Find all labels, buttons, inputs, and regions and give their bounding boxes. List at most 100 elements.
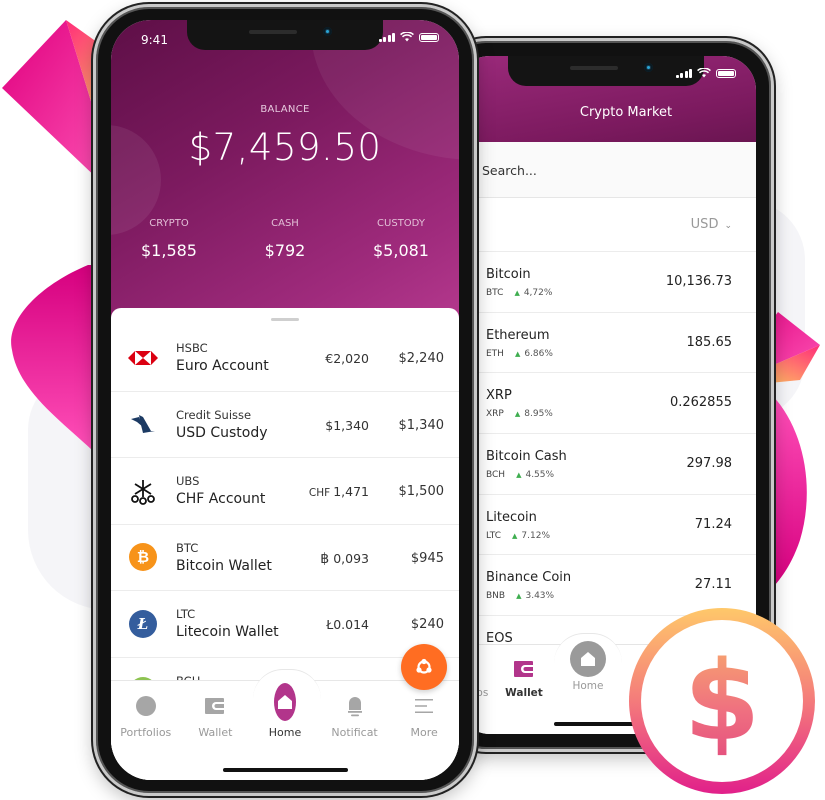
account-row[interactable]: Credit Suisse USD Custody $1,340 $1,340 bbox=[111, 392, 459, 458]
search-input[interactable]: Search... bbox=[456, 142, 756, 198]
currency-value: USD bbox=[690, 217, 719, 232]
coin-row[interactable]: Litecoin LTC ▲ 7.12% 71.24 bbox=[456, 495, 756, 556]
account-row[interactable]: HSBC Euro Account €2,020 $2,240 bbox=[111, 325, 459, 392]
tab-label: More bbox=[410, 726, 438, 739]
account-native-balance: CHF 1,471 bbox=[309, 484, 369, 499]
exchange-icon bbox=[416, 658, 432, 674]
arrow-up-icon: ▲ bbox=[512, 531, 518, 540]
coin-row[interactable]: Bitcoin Cash BCH ▲ 4.55% 297.98 bbox=[456, 434, 756, 495]
account-native-balance: ฿ 0,093 bbox=[320, 551, 369, 567]
cash-total[interactable]: CASH $792 bbox=[227, 218, 343, 260]
home-indicator bbox=[223, 768, 348, 772]
balance-label: BALANCE bbox=[260, 104, 310, 115]
tab-label: Portfolios bbox=[120, 726, 172, 739]
wifi-icon bbox=[697, 68, 711, 78]
tab-label: Notificat bbox=[331, 726, 378, 739]
account-native-balance: €2,020 bbox=[325, 351, 369, 366]
tab-label: Home bbox=[268, 726, 302, 739]
sum-value: $5,081 bbox=[373, 241, 429, 260]
tab-home[interactable]: Home bbox=[558, 641, 618, 692]
arrow-up-icon: ▲ bbox=[514, 289, 520, 297]
account-name: Litecoin Wallet bbox=[176, 624, 279, 640]
sum-value: $1,585 bbox=[141, 241, 197, 260]
coin-change: 6.86% bbox=[524, 348, 553, 359]
coin-row[interactable]: XRP XRP ▲ 8.95% 0.262855 bbox=[456, 373, 756, 435]
market-header: 1 Crypto Market bbox=[456, 56, 756, 142]
account-code: UBS bbox=[176, 474, 200, 488]
account-row[interactable]: Ł LTC Litecoin Wallet Ł0.014 $240 bbox=[111, 591, 459, 658]
account-row[interactable]: ₿ BTC Bitcoin Wallet ฿ 0,093 $945 bbox=[111, 525, 459, 591]
account-name: Bitcoin Wallet bbox=[176, 557, 272, 574]
tab-more[interactable]: More bbox=[389, 685, 459, 745]
exchange-fab[interactable] bbox=[401, 644, 447, 690]
currency-code: CHF bbox=[308, 487, 331, 499]
coin-symbol: ETH bbox=[486, 348, 504, 359]
coin-name: Ethereum bbox=[486, 327, 550, 343]
balance-header: 9:41 BALANCE $7,459.50 CRYPTO $1,585 CAS… bbox=[111, 20, 459, 320]
dollar-icon: $ bbox=[683, 637, 761, 765]
circle-icon bbox=[135, 696, 156, 716]
coin-price: 10,136.73 bbox=[665, 274, 732, 289]
arrow-up-icon: ▲ bbox=[514, 349, 521, 358]
coin-price: 185.65 bbox=[686, 334, 733, 350]
balance-breakdown: CRYPTO $1,585 CASH $792 CUSTODY $5,081 bbox=[111, 218, 459, 260]
bell-icon bbox=[347, 697, 362, 717]
litecoin-icon: Ł bbox=[129, 609, 157, 638]
account-code: HSBC bbox=[176, 341, 208, 355]
pink-blob-right bbox=[772, 395, 807, 588]
pink-blob-left bbox=[11, 265, 92, 450]
chevron-down-icon: ⌄ bbox=[724, 221, 732, 231]
account-usd-balance: $1,340 bbox=[398, 417, 445, 433]
coin-name: Binance Coin bbox=[486, 570, 572, 586]
drag-handle[interactable] bbox=[271, 318, 299, 321]
tab-portfolios[interactable]: Portfolios bbox=[111, 685, 181, 745]
account-usd-balance: $2,240 bbox=[398, 351, 445, 366]
account-code: Credit Suisse bbox=[176, 407, 252, 422]
currency-select[interactable]: USD ⌄ bbox=[691, 217, 732, 232]
battery-icon bbox=[419, 32, 439, 42]
coin-symbol: BNB bbox=[486, 591, 506, 602]
coin-name: Bitcoin Cash bbox=[486, 449, 567, 465]
sum-label: CUSTODY bbox=[377, 218, 425, 229]
credit-suisse-logo bbox=[128, 409, 158, 439]
coin-row[interactable]: Ethereum ETH ▲ 6.86% 185.65 bbox=[456, 313, 756, 374]
coin-name: Bitcoin bbox=[486, 267, 531, 282]
tab-wallet[interactable]: Wallet bbox=[181, 685, 251, 745]
status-icons bbox=[675, 68, 736, 78]
custody-total[interactable]: CUSTODY $5,081 bbox=[343, 218, 459, 260]
account-usd-balance: $1,500 bbox=[398, 484, 445, 499]
coin-change: 7.12% bbox=[521, 530, 551, 541]
tab-home[interactable]: Home bbox=[250, 683, 320, 745]
sum-value: $792 bbox=[264, 241, 306, 260]
coin-row[interactable]: Bitcoin BTC ▲ 4,72% 10,136.73 bbox=[456, 252, 756, 313]
home-icon bbox=[570, 641, 606, 677]
coin-name: XRP bbox=[486, 388, 512, 404]
coin-symbol: XRP bbox=[486, 409, 504, 420]
account-native-balance: $1,340 bbox=[325, 417, 369, 433]
tab-notifications[interactable]: Notificat bbox=[320, 685, 390, 745]
native-amount: 0,093 bbox=[333, 550, 369, 566]
signal-icon bbox=[378, 32, 395, 42]
coin-row[interactable]: Binance Coin BNB ▲ 3.43% 27.11 bbox=[456, 555, 756, 617]
balance-value: $7,459.50 bbox=[188, 126, 382, 169]
coin-change: 4,72% bbox=[523, 288, 553, 298]
account-name: USD Custody bbox=[176, 424, 268, 441]
notch bbox=[187, 20, 383, 50]
tab-label: Home bbox=[572, 680, 604, 692]
account-name: Euro Account bbox=[176, 358, 269, 374]
coin-change: 8.95% bbox=[524, 409, 553, 420]
account-row[interactable]: UBS CHF Account CHF 1,471 $1,500 bbox=[111, 458, 459, 525]
balance-screen: 9:41 BALANCE $7,459.50 CRYPTO $1,585 CAS… bbox=[111, 20, 459, 780]
coin-change: 3.43% bbox=[525, 591, 555, 602]
account-native-balance: Ł0.014 bbox=[326, 617, 369, 632]
account-code: BTC bbox=[176, 540, 199, 555]
wallet-icon bbox=[514, 661, 533, 677]
account-usd-balance: $945 bbox=[410, 550, 444, 566]
coin-name: Litecoin bbox=[486, 509, 537, 525]
tab-label: Wallet bbox=[505, 687, 543, 699]
crypto-total[interactable]: CRYPTO $1,585 bbox=[111, 218, 227, 260]
coin-symbol: LTC bbox=[486, 530, 502, 541]
home-icon bbox=[273, 683, 296, 721]
arrow-up-icon: ▲ bbox=[516, 471, 522, 480]
tab-wallet[interactable]: Wallet bbox=[494, 655, 554, 699]
